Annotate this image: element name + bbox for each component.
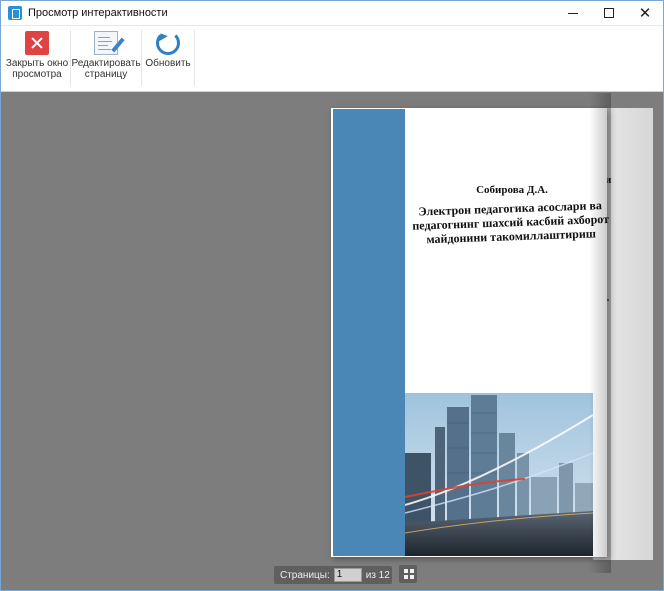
close-x-icon: [25, 31, 49, 55]
toolbar-separator: [194, 30, 195, 86]
close-preview-label-2: просмотра: [12, 69, 62, 80]
app-icon: [8, 6, 22, 20]
title-bar: Просмотр интерактивности ✕: [1, 1, 663, 25]
maximize-icon: [604, 8, 614, 18]
close-preview-button[interactable]: Закрыть окно просмотра: [5, 28, 69, 86]
minimize-button[interactable]: [555, 1, 591, 25]
maximize-button[interactable]: [591, 1, 627, 25]
page-curl-shadow: [589, 93, 611, 573]
close-window-button[interactable]: ✕: [627, 1, 663, 25]
window-controls: ✕: [555, 1, 663, 25]
book-spine: [333, 109, 405, 556]
pages-label: Страницы:: [280, 569, 330, 581]
refresh-label: Обновить: [145, 58, 191, 69]
toolbar-separator: [141, 30, 142, 86]
edit-page-button[interactable]: Редактировать страницу: [71, 28, 141, 86]
minimize-icon: [568, 12, 578, 14]
book-author: Собирова Д.А.: [476, 184, 548, 196]
window-title: Просмотр интерактивности: [28, 7, 168, 19]
book-title: Электрон педагогика асослари ва педагогн…: [405, 198, 616, 247]
city-skyline-image: [405, 393, 593, 556]
grid-icon: [404, 569, 408, 573]
edit-page-icon: [94, 31, 125, 55]
close-preview-label-1: Закрыть окно: [5, 58, 69, 69]
thumbnails-button[interactable]: [399, 565, 417, 583]
page-number-input[interactable]: 1: [333, 568, 362, 582]
page-navigator: Страницы: 1 из 12: [274, 566, 392, 584]
edit-page-label-1: Редактировать: [71, 58, 141, 69]
page-count-label: из 12: [365, 569, 390, 581]
toolbar: Закрыть окно просмотра Редактировать стр…: [1, 25, 663, 92]
refresh-button[interactable]: Обновить: [144, 28, 192, 86]
preview-window: Просмотр интерактивности ✕ Закрыть окно …: [0, 0, 664, 591]
refresh-icon: [156, 31, 180, 55]
close-icon: ✕: [638, 4, 652, 22]
edit-page-label-2: страницу: [84, 69, 128, 80]
